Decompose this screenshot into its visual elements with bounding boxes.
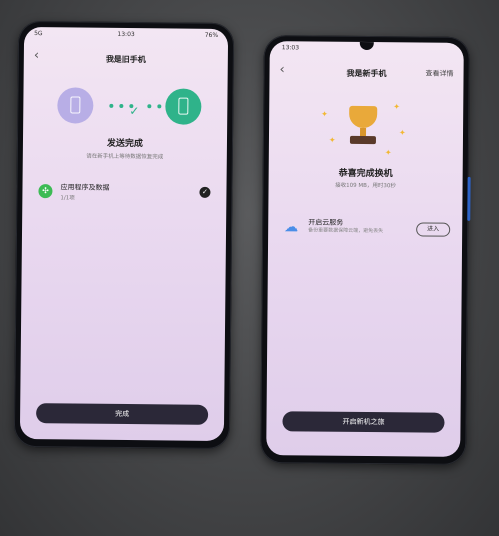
old-phone: 5G 13:03 76% ‹ 我是旧手机 ✓ 发送完成 请在新手机上等待数据恢复… bbox=[13, 20, 235, 450]
status-time: 13:03 bbox=[281, 44, 300, 52]
trophy-icon bbox=[341, 104, 385, 150]
status-time: 13:03 bbox=[117, 30, 135, 39]
item-label: 应用程序及数据 bbox=[60, 183, 110, 192]
status-heading: 恭喜完成换机 bbox=[338, 168, 393, 180]
checkmark-icon: ✓ bbox=[199, 186, 211, 198]
star-icon: ✦ bbox=[384, 148, 392, 158]
star-icon: ✦ bbox=[398, 128, 406, 138]
cloud-icon: ☁ bbox=[284, 219, 299, 236]
view-details-link[interactable]: 查看详情 bbox=[425, 69, 454, 79]
page-title: 我是旧手机 bbox=[105, 54, 146, 65]
item-count: 1/1项 bbox=[60, 195, 75, 202]
cloud-description: 备份重要数据保障云端，避免丢失 bbox=[308, 227, 384, 235]
transfer-stats: 接收109 MB，用时30秒 bbox=[335, 182, 396, 190]
status-subtitle: 请在新手机上等待数据恢复完成 bbox=[86, 153, 164, 161]
enter-button[interactable]: 进入 bbox=[416, 222, 451, 237]
new-phone-icon bbox=[165, 88, 202, 125]
cloud-title: 开启云服务 bbox=[308, 218, 344, 227]
star-icon: ✦ bbox=[393, 102, 400, 112]
old-phone-icon bbox=[57, 87, 94, 124]
apps-icon: ✣ bbox=[38, 184, 53, 199]
star-icon: ✦ bbox=[328, 135, 336, 145]
status-heading: 发送完成 bbox=[106, 138, 144, 150]
transfer-progress-dots: ✓ bbox=[107, 100, 163, 119]
status-bar: 5G 13:03 76% bbox=[24, 27, 228, 43]
old-phone-screen: 5G 13:03 76% ‹ 我是旧手机 ✓ 发送完成 请在新手机上等待数据恢复… bbox=[19, 26, 229, 442]
done-button[interactable]: 完成 bbox=[36, 403, 209, 425]
battery-level: 76% bbox=[204, 31, 219, 39]
status-bar: 13:03 bbox=[270, 41, 464, 57]
check-icon: ✓ bbox=[129, 104, 140, 119]
new-phone-screen: 13:03 ‹ 我是新手机 查看详情 ✦ ✦ ✦ ✦ ✦ 恭喜完成换机 接收10… bbox=[266, 41, 464, 457]
star-icon: ✦ bbox=[321, 109, 328, 119]
list-item-apps[interactable]: ✣ 应用程序及数据 1/1项 ✓ bbox=[38, 181, 211, 205]
new-phone: 13:03 ‹ 我是新手机 查看详情 ✦ ✦ ✦ ✦ ✦ 恭喜完成换机 接收10… bbox=[260, 35, 470, 465]
cloud-service-row[interactable]: ☁ 开启云服务 备份重要数据保障云端，避免丢失 进入 bbox=[280, 215, 451, 244]
start-new-phone-button[interactable]: 开启新机之旅 bbox=[282, 411, 445, 433]
